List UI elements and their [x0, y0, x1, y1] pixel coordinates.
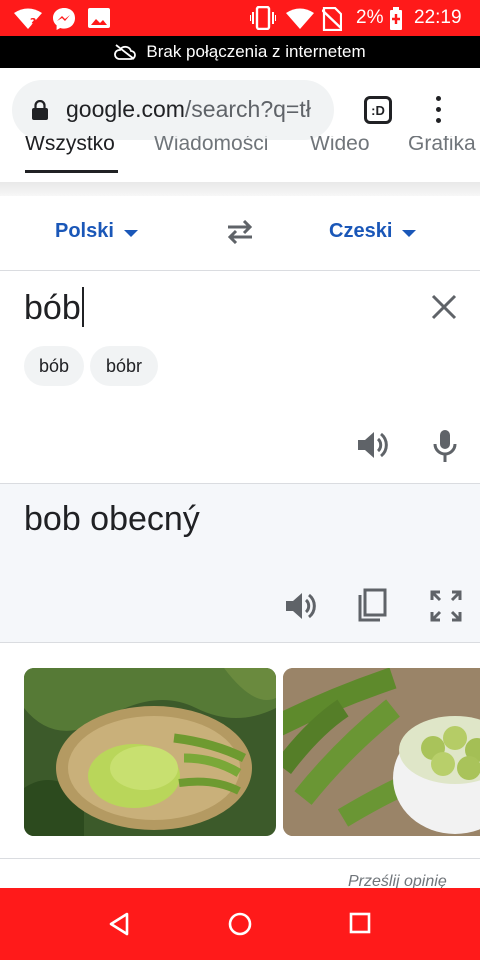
battery-percent: 2%	[356, 7, 384, 28]
home-icon[interactable]	[228, 912, 252, 936]
search-tabs: Wszystko Wiadomości Wideo Grafika	[0, 136, 480, 184]
tab-switcher-button[interactable]: :D	[364, 96, 392, 124]
translation-text: bob obecný	[24, 500, 200, 538]
url-bar[interactable]: google.com/search?q=tł	[12, 80, 334, 140]
speaker-icon[interactable]	[284, 590, 318, 622]
clock: 22:19	[414, 7, 462, 28]
fava-beans-bowl-image	[283, 668, 480, 836]
microphone-icon[interactable]	[432, 429, 458, 463]
source-language-label: Polski	[55, 220, 114, 242]
battery-charging-icon	[390, 7, 402, 30]
wifi-icon	[286, 8, 314, 29]
tab-all[interactable]: Wszystko	[25, 136, 115, 156]
cloud-off-icon	[114, 44, 137, 60]
source-text-input[interactable]: bób	[24, 287, 84, 328]
vibrate-icon	[250, 6, 276, 30]
tab-news[interactable]: Wiadomości	[154, 136, 268, 156]
source-language-selector[interactable]: Polski	[55, 220, 138, 243]
recents-icon[interactable]	[349, 912, 371, 934]
url-path: /search?q=tł	[184, 96, 311, 122]
copy-icon[interactable]	[356, 588, 388, 622]
no-sim-icon	[322, 7, 342, 31]
fava-beans-basket-image	[24, 668, 276, 836]
chevron-down-icon	[123, 229, 138, 237]
swap-languages-icon[interactable]	[224, 220, 256, 244]
source-text-panel: bób bób bóbr	[0, 271, 480, 484]
image-result[interactable]	[283, 668, 480, 836]
chevron-down-icon	[402, 229, 417, 237]
tab-video[interactable]: Wideo	[310, 136, 370, 156]
offline-banner-text: Brak połączenia z internetem	[146, 42, 366, 61]
section-separator	[0, 182, 480, 196]
target-language-selector[interactable]: Czeski	[329, 220, 417, 243]
offline-banner: Brak połączenia z internetem	[0, 36, 480, 68]
language-selector-row: Polski Czeski	[0, 196, 480, 271]
wifi-question-icon: ?	[14, 8, 42, 29]
translation-panel: bob obecný	[0, 484, 480, 643]
target-language-label: Czeski	[329, 220, 393, 242]
speaker-icon[interactable]	[356, 429, 390, 461]
lock-icon	[32, 100, 48, 120]
url-host: google.com	[66, 96, 185, 122]
suggestion-chip[interactable]: bóbr	[90, 346, 158, 386]
navigation-bar	[0, 888, 480, 960]
image-result[interactable]	[24, 668, 276, 836]
messenger-icon	[53, 8, 75, 30]
back-icon[interactable]	[108, 912, 130, 936]
gallery-icon	[88, 8, 110, 28]
suggestion-chip[interactable]: bób	[24, 346, 84, 386]
svg-text:?: ?	[30, 16, 36, 29]
divider	[0, 858, 480, 859]
url-text: google.com/search?q=tł	[66, 96, 328, 123]
more-options-icon[interactable]	[432, 96, 444, 126]
close-icon[interactable]	[430, 293, 458, 321]
tab-images[interactable]: Grafika	[408, 136, 476, 156]
status-bar: ? 2% 22:19	[0, 0, 480, 36]
fullscreen-icon[interactable]	[430, 590, 462, 622]
active-tab-indicator	[25, 170, 118, 173]
